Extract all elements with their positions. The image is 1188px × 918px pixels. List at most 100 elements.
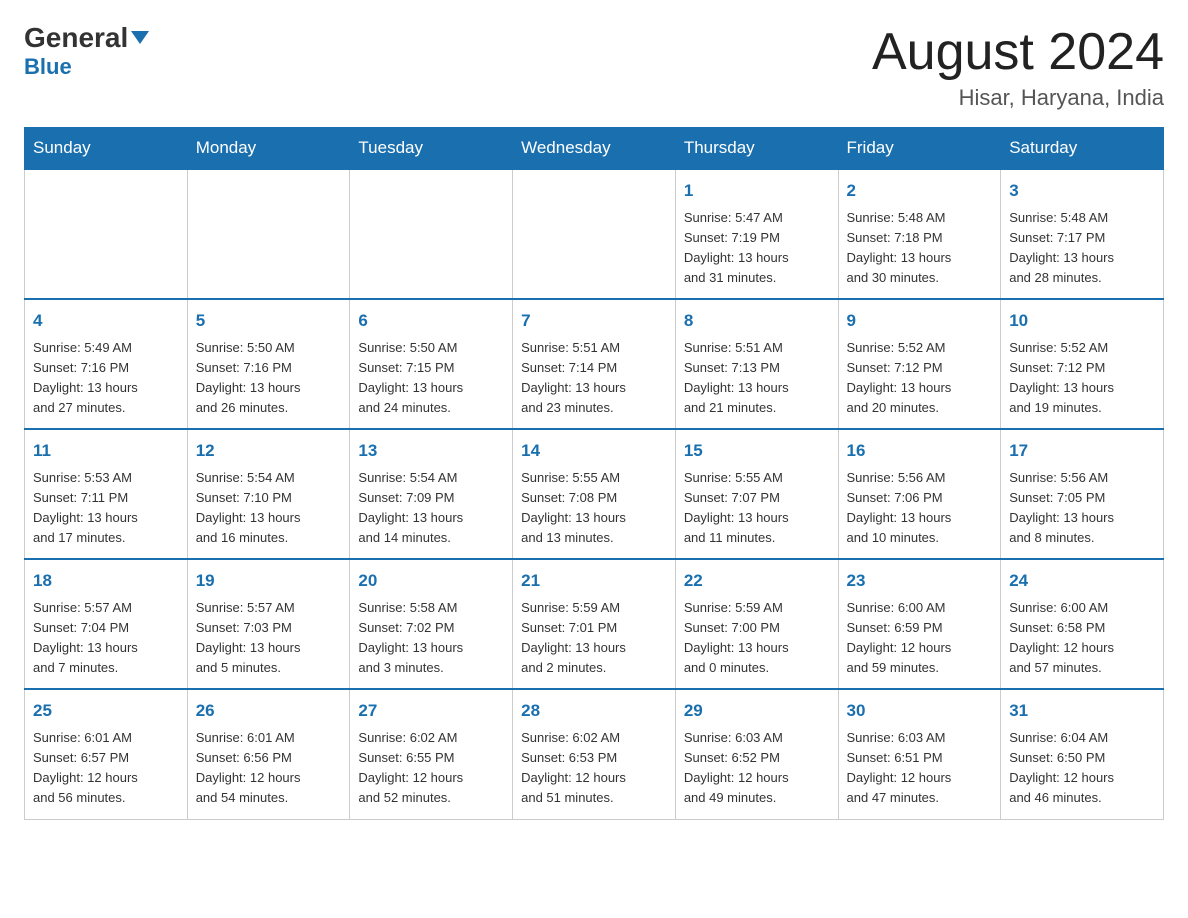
weekday-header-friday: Friday bbox=[838, 128, 1001, 170]
weekday-header-thursday: Thursday bbox=[675, 128, 838, 170]
day-number: 26 bbox=[196, 698, 342, 724]
day-number: 21 bbox=[521, 568, 667, 594]
day-number: 12 bbox=[196, 438, 342, 464]
day-number: 16 bbox=[847, 438, 993, 464]
day-number: 7 bbox=[521, 308, 667, 334]
calendar-cell: 4 Sunrise: 5:49 AM Sunset: 7:16 PM Daylig… bbox=[25, 299, 188, 429]
weekday-header-tuesday: Tuesday bbox=[350, 128, 513, 170]
week-row-4: 18 Sunrise: 5:57 AM Sunset: 7:04 PM Dayli… bbox=[25, 559, 1164, 689]
calendar-cell: 3 Sunrise: 5:48 AM Sunset: 7:17 PM Daylig… bbox=[1001, 169, 1164, 299]
day-number: 9 bbox=[847, 308, 993, 334]
day-number: 23 bbox=[847, 568, 993, 594]
calendar-cell: 5 Sunrise: 5:50 AM Sunset: 7:16 PM Daylig… bbox=[187, 299, 350, 429]
calendar-cell: 31Sunrise: 6:04 AM Sunset: 6:50 PM Dayli… bbox=[1001, 689, 1164, 819]
page-header: General Blue August 2024 Hisar, Haryana,… bbox=[24, 24, 1164, 111]
calendar-cell: 27 Sunrise: 6:02 AM Sunset: 6:55 PM Dayli… bbox=[350, 689, 513, 819]
calendar-cell bbox=[187, 169, 350, 299]
calendar-cell bbox=[350, 169, 513, 299]
title-block: August 2024 Hisar, Haryana, India bbox=[872, 24, 1164, 111]
day-info: Sunrise: 6:02 AM Sunset: 6:53 PM Dayligh… bbox=[521, 728, 667, 809]
calendar-header: SundayMondayTuesdayWednesdayThursdayFrid… bbox=[25, 128, 1164, 170]
day-number: 3 bbox=[1009, 178, 1155, 204]
day-info: Sunrise: 5:48 AM Sunset: 7:17 PM Dayligh… bbox=[1009, 208, 1155, 289]
weekday-header-monday: Monday bbox=[187, 128, 350, 170]
calendar-cell: 2 Sunrise: 5:48 AM Sunset: 7:18 PM Daylig… bbox=[838, 169, 1001, 299]
day-number: 4 bbox=[33, 308, 179, 334]
calendar-cell: 6Sunrise: 5:50 AM Sunset: 7:15 PM Daylig… bbox=[350, 299, 513, 429]
day-info: Sunrise: 5:57 AM Sunset: 7:03 PM Dayligh… bbox=[196, 598, 342, 679]
day-info: Sunrise: 5:59 AM Sunset: 7:00 PM Dayligh… bbox=[684, 598, 830, 679]
day-info: Sunrise: 6:04 AM Sunset: 6:50 PM Dayligh… bbox=[1009, 728, 1155, 809]
day-number: 17 bbox=[1009, 438, 1155, 464]
day-info: Sunrise: 5:47 AM Sunset: 7:19 PM Dayligh… bbox=[684, 208, 830, 289]
day-number: 10 bbox=[1009, 308, 1155, 334]
day-info: Sunrise: 5:55 AM Sunset: 7:07 PM Dayligh… bbox=[684, 468, 830, 549]
week-row-2: 4 Sunrise: 5:49 AM Sunset: 7:16 PM Daylig… bbox=[25, 299, 1164, 429]
day-info: Sunrise: 5:54 AM Sunset: 7:09 PM Dayligh… bbox=[358, 468, 504, 549]
weekday-header-row: SundayMondayTuesdayWednesdayThursdayFrid… bbox=[25, 128, 1164, 170]
day-info: Sunrise: 5:59 AM Sunset: 7:01 PM Dayligh… bbox=[521, 598, 667, 679]
day-info: Sunrise: 5:51 AM Sunset: 7:14 PM Dayligh… bbox=[521, 338, 667, 419]
calendar-cell: 8Sunrise: 5:51 AM Sunset: 7:13 PM Daylig… bbox=[675, 299, 838, 429]
calendar-cell: 15 Sunrise: 5:55 AM Sunset: 7:07 PM Dayli… bbox=[675, 429, 838, 559]
day-number: 14 bbox=[521, 438, 667, 464]
weekday-header-saturday: Saturday bbox=[1001, 128, 1164, 170]
day-info: Sunrise: 5:55 AM Sunset: 7:08 PM Dayligh… bbox=[521, 468, 667, 549]
weekday-header-sunday: Sunday bbox=[25, 128, 188, 170]
day-number: 13 bbox=[358, 438, 504, 464]
calendar-cell: 19 Sunrise: 5:57 AM Sunset: 7:03 PM Dayli… bbox=[187, 559, 350, 689]
day-info: Sunrise: 6:01 AM Sunset: 6:57 PM Dayligh… bbox=[33, 728, 179, 809]
calendar-cell: 18 Sunrise: 5:57 AM Sunset: 7:04 PM Dayli… bbox=[25, 559, 188, 689]
calendar-cell: 23Sunrise: 6:00 AM Sunset: 6:59 PM Dayli… bbox=[838, 559, 1001, 689]
day-info: Sunrise: 5:53 AM Sunset: 7:11 PM Dayligh… bbox=[33, 468, 179, 549]
day-number: 2 bbox=[847, 178, 993, 204]
calendar-cell: 9Sunrise: 5:52 AM Sunset: 7:12 PM Daylig… bbox=[838, 299, 1001, 429]
day-number: 20 bbox=[358, 568, 504, 594]
calendar-cell: 20 Sunrise: 5:58 AM Sunset: 7:02 PM Dayli… bbox=[350, 559, 513, 689]
day-info: Sunrise: 5:50 AM Sunset: 7:16 PM Dayligh… bbox=[196, 338, 342, 419]
day-number: 1 bbox=[684, 178, 830, 204]
week-row-1: 1 Sunrise: 5:47 AM Sunset: 7:19 PM Daylig… bbox=[25, 169, 1164, 299]
calendar-cell: 16Sunrise: 5:56 AM Sunset: 7:06 PM Dayli… bbox=[838, 429, 1001, 559]
day-number: 5 bbox=[196, 308, 342, 334]
week-row-5: 25Sunrise: 6:01 AM Sunset: 6:57 PM Dayli… bbox=[25, 689, 1164, 819]
day-number: 22 bbox=[684, 568, 830, 594]
calendar-cell bbox=[513, 169, 676, 299]
logo-blue: Blue bbox=[24, 54, 72, 80]
month-year-title: August 2024 bbox=[872, 24, 1164, 81]
calendar-cell: 24Sunrise: 6:00 AM Sunset: 6:58 PM Dayli… bbox=[1001, 559, 1164, 689]
calendar-cell: 14 Sunrise: 5:55 AM Sunset: 7:08 PM Dayli… bbox=[513, 429, 676, 559]
day-info: Sunrise: 5:49 AM Sunset: 7:16 PM Dayligh… bbox=[33, 338, 179, 419]
day-info: Sunrise: 5:56 AM Sunset: 7:05 PM Dayligh… bbox=[1009, 468, 1155, 549]
day-number: 29 bbox=[684, 698, 830, 724]
day-info: Sunrise: 6:03 AM Sunset: 6:52 PM Dayligh… bbox=[684, 728, 830, 809]
day-info: Sunrise: 5:57 AM Sunset: 7:04 PM Dayligh… bbox=[33, 598, 179, 679]
calendar-cell: 28Sunrise: 6:02 AM Sunset: 6:53 PM Dayli… bbox=[513, 689, 676, 819]
logo-general: General bbox=[24, 24, 149, 52]
day-info: Sunrise: 5:54 AM Sunset: 7:10 PM Dayligh… bbox=[196, 468, 342, 549]
logo: General Blue bbox=[24, 24, 149, 80]
calendar-cell: 26Sunrise: 6:01 AM Sunset: 6:56 PM Dayli… bbox=[187, 689, 350, 819]
day-info: Sunrise: 6:02 AM Sunset: 6:55 PM Dayligh… bbox=[358, 728, 504, 809]
calendar-cell bbox=[25, 169, 188, 299]
calendar-cell: 17 Sunrise: 5:56 AM Sunset: 7:05 PM Dayli… bbox=[1001, 429, 1164, 559]
week-row-3: 11Sunrise: 5:53 AM Sunset: 7:11 PM Dayli… bbox=[25, 429, 1164, 559]
calendar-cell: 22 Sunrise: 5:59 AM Sunset: 7:00 PM Dayli… bbox=[675, 559, 838, 689]
calendar-table: SundayMondayTuesdayWednesdayThursdayFrid… bbox=[24, 127, 1164, 819]
calendar-cell: 30 Sunrise: 6:03 AM Sunset: 6:51 PM Dayli… bbox=[838, 689, 1001, 819]
calendar-cell: 12 Sunrise: 5:54 AM Sunset: 7:10 PM Dayli… bbox=[187, 429, 350, 559]
calendar-cell: 11Sunrise: 5:53 AM Sunset: 7:11 PM Dayli… bbox=[25, 429, 188, 559]
day-number: 6 bbox=[358, 308, 504, 334]
day-info: Sunrise: 6:03 AM Sunset: 6:51 PM Dayligh… bbox=[847, 728, 993, 809]
calendar-cell: 25Sunrise: 6:01 AM Sunset: 6:57 PM Dayli… bbox=[25, 689, 188, 819]
day-info: Sunrise: 6:00 AM Sunset: 6:58 PM Dayligh… bbox=[1009, 598, 1155, 679]
day-number: 30 bbox=[847, 698, 993, 724]
day-number: 27 bbox=[358, 698, 504, 724]
day-number: 19 bbox=[196, 568, 342, 594]
day-info: Sunrise: 5:48 AM Sunset: 7:18 PM Dayligh… bbox=[847, 208, 993, 289]
calendar-cell: 10Sunrise: 5:52 AM Sunset: 7:12 PM Dayli… bbox=[1001, 299, 1164, 429]
day-number: 18 bbox=[33, 568, 179, 594]
day-info: Sunrise: 5:58 AM Sunset: 7:02 PM Dayligh… bbox=[358, 598, 504, 679]
day-number: 8 bbox=[684, 308, 830, 334]
day-number: 15 bbox=[684, 438, 830, 464]
